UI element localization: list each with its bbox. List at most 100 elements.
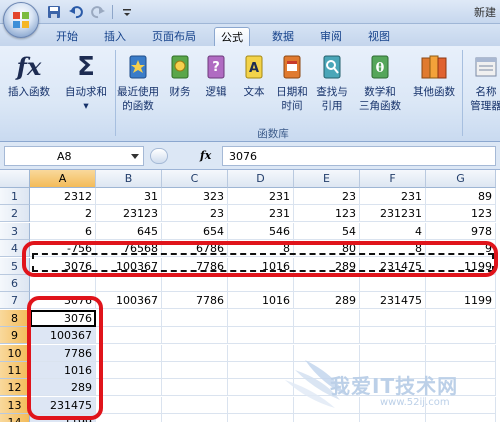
row-header-9[interactable]: 9 xyxy=(0,327,30,345)
cell-b13[interactable] xyxy=(96,396,162,414)
row-header-8[interactable]: 8 xyxy=(0,309,30,327)
cell-c6[interactable] xyxy=(162,275,228,292)
cell-a2[interactable]: 2 xyxy=(30,205,96,223)
cell-e7[interactable]: 289 xyxy=(294,292,360,310)
cell-e9[interactable] xyxy=(294,327,360,345)
expand-handle-icon[interactable] xyxy=(150,148,168,164)
column-header-f[interactable]: F xyxy=(360,170,426,188)
autosum-button[interactable]: Σ 自动求和 ▾ xyxy=(60,52,112,113)
cell-e8[interactable] xyxy=(294,309,360,327)
cell-g2[interactable]: 123 xyxy=(426,205,496,223)
column-header-g[interactable]: G xyxy=(426,170,496,188)
row-header-3[interactable]: 3 xyxy=(0,222,30,240)
name-manager-button[interactable]: 名称 管理器 xyxy=(466,52,500,113)
row-header-6[interactable]: 6 xyxy=(0,275,30,292)
math-trig-button[interactable]: θ 数学和 三角函数 xyxy=(352,52,408,113)
name-box[interactable]: A8 xyxy=(4,146,144,166)
office-button[interactable] xyxy=(3,2,39,38)
tab-page-layout[interactable]: 页面布局 xyxy=(146,27,202,46)
cell-f8[interactable] xyxy=(360,309,426,327)
cell-b1[interactable]: 31 xyxy=(96,188,162,205)
cell-b7[interactable]: 100367 xyxy=(96,292,162,310)
cell-g7[interactable]: 1199 xyxy=(426,292,496,310)
cell-d6[interactable] xyxy=(228,275,294,292)
cell-b9[interactable] xyxy=(96,327,162,345)
cell-b6[interactable] xyxy=(96,275,162,292)
cell-c2[interactable]: 23 xyxy=(162,205,228,223)
cell-b14[interactable] xyxy=(96,414,162,422)
financial-button[interactable]: 财务 xyxy=(164,52,196,99)
redo-icon[interactable] xyxy=(90,4,106,20)
undo-icon[interactable] xyxy=(68,4,84,20)
cell-b11[interactable] xyxy=(96,362,162,379)
insert-function-fx-icon[interactable]: fx xyxy=(200,149,211,162)
save-icon[interactable] xyxy=(46,4,62,20)
select-all-corner[interactable] xyxy=(0,170,30,188)
cell-c12[interactable] xyxy=(162,379,228,397)
cell-b8[interactable] xyxy=(96,309,162,327)
cell-c8[interactable] xyxy=(162,309,228,327)
cell-c3[interactable]: 654 xyxy=(162,222,228,240)
cell-f2[interactable]: 231231 xyxy=(360,205,426,223)
cell-f6[interactable] xyxy=(360,275,426,292)
row-header-11[interactable]: 11 xyxy=(0,362,30,379)
cell-c9[interactable] xyxy=(162,327,228,345)
recent-functions-button[interactable]: 最近使用 的函数 xyxy=(112,52,164,113)
tab-formulas[interactable]: 公式 xyxy=(214,27,250,46)
cell-c1[interactable]: 323 xyxy=(162,188,228,205)
row-header-2[interactable]: 2 xyxy=(0,205,30,223)
tab-review[interactable]: 审阅 xyxy=(314,27,348,46)
cell-f9[interactable] xyxy=(360,327,426,345)
row-header-14[interactable]: 14 xyxy=(0,414,30,422)
cell-c14[interactable] xyxy=(162,414,228,422)
cell-g6[interactable] xyxy=(426,275,496,292)
cell-e6[interactable] xyxy=(294,275,360,292)
cell-d8[interactable] xyxy=(228,309,294,327)
datetime-button[interactable]: 日期和 时间 xyxy=(272,52,312,113)
row-header-12[interactable]: 12 xyxy=(0,379,30,397)
cell-f1[interactable]: 231 xyxy=(360,188,426,205)
cell-e3[interactable]: 54 xyxy=(294,222,360,240)
cell-e2[interactable]: 123 xyxy=(294,205,360,223)
column-header-b[interactable]: B xyxy=(96,170,162,188)
cell-f3[interactable]: 4 xyxy=(360,222,426,240)
cell-b12[interactable] xyxy=(96,379,162,397)
cell-d1[interactable]: 231 xyxy=(228,188,294,205)
tab-data[interactable]: 数据 xyxy=(266,27,300,46)
cell-c13[interactable] xyxy=(162,396,228,414)
row-header-1[interactable]: 1 xyxy=(0,188,30,205)
tab-home[interactable]: 开始 xyxy=(50,27,84,46)
column-header-d[interactable]: D xyxy=(228,170,294,188)
cell-g1[interactable]: 89 xyxy=(426,188,496,205)
cell-d9[interactable] xyxy=(228,327,294,345)
cell-a1[interactable]: 2312 xyxy=(30,188,96,205)
cell-g3[interactable]: 978 xyxy=(426,222,496,240)
text-functions-button[interactable]: A 文本 xyxy=(238,52,270,99)
cell-a3[interactable]: 6 xyxy=(30,222,96,240)
tab-insert[interactable]: 插入 xyxy=(98,27,132,46)
cell-b2[interactable]: 23123 xyxy=(96,205,162,223)
cell-d2[interactable]: 231 xyxy=(228,205,294,223)
cell-c11[interactable] xyxy=(162,362,228,379)
row-header-13[interactable]: 13 xyxy=(0,396,30,414)
cell-a6[interactable] xyxy=(30,275,96,292)
cell-c10[interactable] xyxy=(162,344,228,362)
chevron-down-icon[interactable] xyxy=(131,154,139,159)
logical-button[interactable]: ? 逻辑 xyxy=(200,52,232,99)
cell-d7[interactable]: 1016 xyxy=(228,292,294,310)
cell-g9[interactable] xyxy=(426,327,496,345)
row-header-7[interactable]: 7 xyxy=(0,292,30,310)
column-header-a[interactable]: A xyxy=(30,170,96,188)
cell-c7[interactable]: 7786 xyxy=(162,292,228,310)
row-header-10[interactable]: 10 xyxy=(0,344,30,362)
cell-b10[interactable] xyxy=(96,344,162,362)
cell-b3[interactable]: 645 xyxy=(96,222,162,240)
customize-icon[interactable] xyxy=(119,4,135,20)
insert-function-button[interactable]: fx 插入函数 xyxy=(4,52,54,99)
cell-g8[interactable] xyxy=(426,309,496,327)
cell-d3[interactable]: 546 xyxy=(228,222,294,240)
cell-f7[interactable]: 231475 xyxy=(360,292,426,310)
cell-e1[interactable]: 23 xyxy=(294,188,360,205)
tab-view[interactable]: 视图 xyxy=(362,27,396,46)
column-header-e[interactable]: E xyxy=(294,170,360,188)
